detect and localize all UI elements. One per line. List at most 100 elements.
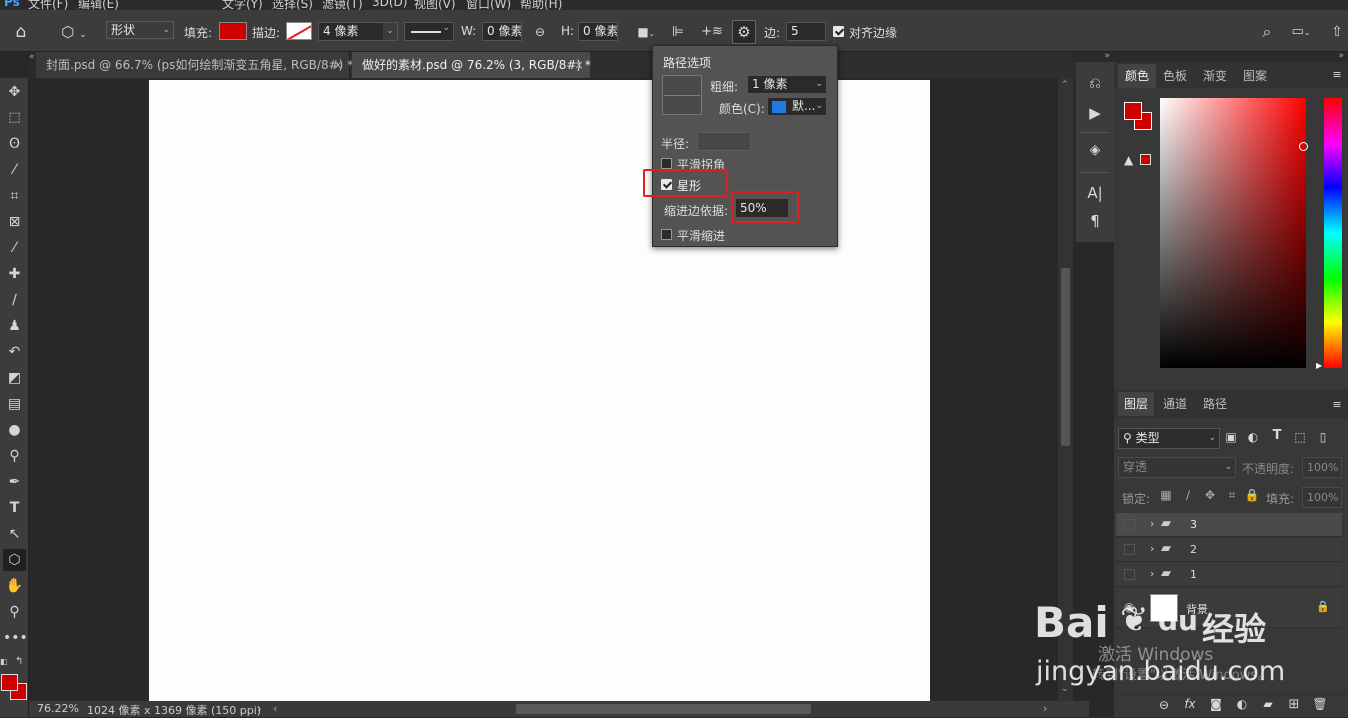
panel-menu-icon[interactable]: ≡ [1330, 68, 1344, 81]
width-field[interactable]: 0 像素 [482, 22, 522, 41]
shape-mode-select[interactable]: 形状 ⌄ [106, 21, 174, 39]
expand-chevron-icon[interactable]: › [1150, 517, 1154, 530]
layer-name[interactable]: 1 [1190, 568, 1197, 581]
lock-all-icon[interactable]: 🔒 [1244, 488, 1260, 502]
gamut-swatch[interactable] [1140, 154, 1151, 165]
zoom-level[interactable]: 76.22% [37, 702, 79, 715]
expand-chevron-icon[interactable]: › [1150, 567, 1154, 580]
tab-paths[interactable]: 路径 [1196, 392, 1234, 416]
filter-shape-icon[interactable]: ⬚ [1291, 430, 1309, 444]
path-alignment-icon[interactable]: ⊫ [666, 23, 690, 41]
filter-adjustment-icon[interactable]: ◐ [1244, 430, 1262, 444]
lock-pixels-icon[interactable]: ∕ [1180, 488, 1196, 502]
default-colors-icon[interactable]: ◧ [0, 657, 10, 667]
hue-slider-handle-icon[interactable]: ▶ [1316, 361, 1322, 370]
lock-transparent-icon[interactable]: ▦ [1158, 488, 1174, 502]
filter-smart-object-icon[interactable]: ▯ [1314, 430, 1332, 444]
gamut-warning-icon[interactable]: ▲ [1124, 153, 1133, 167]
dock-collapse-icon[interactable]: » [1073, 52, 1114, 62]
history-panel-icon[interactable]: ⎌ [1084, 74, 1106, 94]
hue-slider[interactable] [1324, 98, 1342, 368]
delete-layer-icon[interactable]: 🗑 [1312, 697, 1328, 711]
polygon-tool-icon[interactable]: ⬡ [3, 549, 26, 571]
filter-type-icon[interactable]: T [1268, 428, 1286, 443]
menu-filter[interactable]: 滤镜(T) [322, 0, 363, 10]
smooth-corners-checkbox[interactable] [661, 158, 672, 169]
align-edges-checkbox[interactable] [833, 26, 844, 37]
scroll-left-icon[interactable]: ‹ [273, 702, 277, 715]
menu-type[interactable]: 文字(Y) [222, 0, 263, 10]
menu-window[interactable]: 窗口(W) [466, 0, 511, 10]
move-tool-icon[interactable]: ✥ [3, 81, 26, 103]
thickness-field[interactable]: 1 像素 ⌄ [747, 75, 827, 94]
scroll-up-icon[interactable]: ⌃ [1061, 80, 1069, 90]
stroke-width-field[interactable]: 4 像素 ⌄ [318, 22, 398, 41]
layer-name[interactable]: 2 [1190, 543, 1197, 556]
menu-file[interactable]: 文件(F) [28, 0, 68, 10]
search-icon[interactable]: ⌕ [1256, 22, 1278, 42]
brush-tool-icon[interactable]: ∕ [3, 289, 26, 311]
pen-tool-icon[interactable]: ✒ [3, 471, 26, 493]
new-group-icon[interactable]: ▰ [1260, 697, 1276, 711]
panel-collapse-icon[interactable]: » [1114, 52, 1348, 62]
zoom-tool-icon[interactable]: ⚲ [3, 601, 26, 623]
tab-color[interactable]: 颜色 [1118, 64, 1156, 88]
paragraph-panel-icon[interactable]: ¶ [1084, 212, 1106, 232]
lock-position-icon[interactable]: ✥ [1202, 488, 1218, 502]
eraser-tool-icon[interactable]: ◩ [3, 367, 26, 389]
blur-tool-icon[interactable]: ● [3, 419, 26, 441]
layer-filter-select[interactable]: ⚲ 类型 ⌄ [1118, 428, 1220, 449]
clone-stamp-tool-icon[interactable]: ♟ [3, 315, 26, 337]
menu-3d[interactable]: 3D(D) [372, 0, 407, 9]
adjustment-layer-icon[interactable]: ◐ [1234, 697, 1250, 711]
visibility-toggle[interactable] [1124, 569, 1135, 580]
tab-cover-psd[interactable]: 封面.psd @ 66.7% (ps如何绘制渐变五角星, RGB/8#) * × [36, 52, 353, 78]
add-mask-icon[interactable]: ◙ [1208, 697, 1224, 711]
layers-panel-menu-icon[interactable]: ≡ [1330, 398, 1344, 411]
hand-tool-icon[interactable]: ✋ [3, 575, 26, 597]
history-brush-tool-icon[interactable]: ↶ [3, 341, 26, 363]
path-color-select[interactable]: 默... ⌄ [767, 97, 827, 116]
fx-icon[interactable]: fx [1182, 697, 1198, 711]
magic-wand-tool-icon[interactable]: ⁄ [3, 159, 26, 181]
home-icon[interactable]: ⌂ [10, 22, 32, 42]
tab-patterns[interactable]: 图案 [1236, 64, 1274, 88]
link-layers-icon[interactable]: ⊖ [1156, 698, 1172, 712]
layer-row[interactable]: › ▰ 1 [1116, 563, 1342, 587]
fill-opacity-field[interactable]: 100% [1302, 487, 1342, 508]
layer-row[interactable]: › ▰ 3 [1116, 513, 1342, 537]
lasso-tool-icon[interactable]: ʘ [3, 133, 26, 155]
eyedropper-tool-icon[interactable]: ⁄ [3, 237, 26, 259]
stroke-type-select[interactable]: ⌄ [404, 22, 454, 41]
visibility-toggle[interactable] [1124, 544, 1135, 555]
new-layer-icon[interactable]: ⊞ [1286, 697, 1302, 712]
tab-material-psd[interactable]: 做好的素材.psd @ 76.2% (3, RGB/8#) * × [352, 52, 591, 78]
fill-swatch[interactable] [219, 22, 247, 40]
menu-select[interactable]: 选择(S) [272, 0, 313, 10]
filter-pixel-icon[interactable]: ▣ [1222, 430, 1240, 444]
polygon-tool-preset-icon[interactable]: ⬡ ⌄ [54, 22, 94, 42]
3d-panel-icon[interactable]: ◈ [1084, 142, 1106, 162]
frame-tool-icon[interactable]: ⊠ [3, 211, 26, 233]
foreground-color-swatch[interactable] [1, 674, 18, 691]
menu-help[interactable]: 帮助(H) [520, 0, 562, 10]
close-tab-icon[interactable]: × [333, 52, 343, 78]
more-tools-icon[interactable]: ••• [3, 627, 28, 649]
menu-view[interactable]: 视图(V) [414, 0, 456, 10]
swap-colors-icon[interactable]: ↰ [15, 656, 27, 668]
visibility-toggle[interactable] [1124, 519, 1135, 530]
marquee-tool-icon[interactable]: ⬚ [3, 107, 26, 129]
lock-artboard-icon[interactable]: ⌗ [1224, 488, 1240, 503]
layer-row[interactable]: › ▰ 2 [1116, 538, 1342, 562]
menu-edit[interactable]: 编辑(E) [78, 0, 119, 10]
tab-swatches[interactable]: 色板 [1156, 64, 1194, 88]
sides-field[interactable]: 5 [786, 22, 826, 41]
close-tab-icon[interactable]: × [574, 52, 584, 78]
path-operations-icon[interactable]: ■⌄ [636, 23, 656, 41]
status-chevron-icon[interactable]: › [257, 702, 261, 715]
color-picker-cursor[interactable] [1299, 142, 1308, 151]
height-field[interactable]: 0 像素 [578, 22, 618, 41]
tab-channels[interactable]: 通道 [1156, 392, 1194, 416]
vertical-scroll-thumb[interactable] [1061, 268, 1070, 446]
tab-gradients[interactable]: 渐变 [1196, 64, 1234, 88]
